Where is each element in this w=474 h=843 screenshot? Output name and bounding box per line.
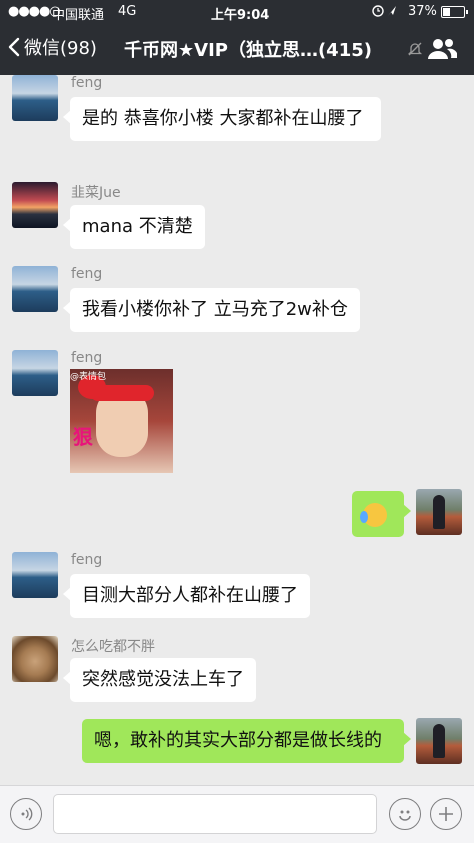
battery-icon — [441, 6, 468, 18]
group-info-button[interactable] — [427, 37, 458, 65]
message-bubble[interactable]: 目测大部分人都补在山腰了 — [63, 574, 310, 618]
plus-icon — [439, 807, 453, 821]
avatar-me[interactable] — [416, 489, 462, 535]
sender-name: 韭菜Jue — [71, 185, 121, 201]
sender-name: feng — [71, 266, 103, 282]
battery-level — [443, 8, 450, 16]
avatar-feng[interactable] — [12, 350, 58, 396]
avatar-person — [433, 724, 445, 758]
mute-icon — [407, 41, 423, 61]
network-type: 4G — [118, 4, 137, 19]
more-button[interactable] — [430, 798, 462, 830]
sender-name: feng — [71, 75, 103, 91]
back-button[interactable]: 微信(98) — [8, 34, 97, 60]
sender-name: 怎么吃都不胖 — [71, 639, 155, 655]
avatar-zenme-chi[interactable] — [12, 636, 58, 682]
chevron-left-icon — [8, 37, 20, 57]
message-bubble[interactable]: 突然感觉没法上车了 — [63, 658, 256, 702]
avatar-feng[interactable] — [12, 266, 58, 312]
message-bubble[interactable]: mana 不清楚 — [63, 205, 205, 249]
sticker-watermark: @表情包 — [70, 372, 107, 382]
tear-drop — [360, 511, 368, 523]
smiley-icon — [399, 810, 411, 821]
nav-bar: 微信(98) 千币网★VIP（独立思…(415) — [0, 24, 474, 75]
voice-button[interactable] — [10, 798, 42, 830]
tears-of-joy-icon — [360, 503, 387, 527]
emoji-button[interactable] — [389, 798, 421, 830]
carrier-name: 中国联通 — [52, 8, 105, 23]
avatar-feng[interactable] — [12, 75, 58, 121]
message-bubble[interactable]: 是的 恭喜你小楼 大家都补在山腰了 — [63, 97, 381, 141]
sender-name: feng — [71, 552, 103, 568]
top-bar: ●●●●○ 中国联通 4G 上午9:04 37% 微信(98) 千币网★VIP（… — [0, 0, 474, 75]
avatar-jiucai-jue[interactable] — [12, 182, 58, 228]
location-icon — [372, 4, 402, 22]
voice-icon — [21, 807, 33, 821]
message-bubble-outgoing[interactable]: 嗯，敢补的其实大部分都是做长线的 — [82, 719, 411, 763]
sticker-text: 狠 — [73, 425, 93, 449]
input-bar — [0, 785, 474, 843]
group-members-icon — [428, 39, 458, 59]
avatar-feng[interactable] — [12, 552, 58, 598]
chat-title: 千币网★VIP（独立思…(415) — [124, 40, 372, 61]
sender-name: feng — [71, 350, 103, 366]
message-input[interactable] — [53, 794, 377, 834]
avatar-person — [433, 495, 445, 529]
message-bubble[interactable]: 我看小楼你补了 立马充了2w补仓 — [63, 288, 360, 332]
sticker-image[interactable]: 狠 @表情包 — [70, 369, 173, 473]
back-label: 微信(98) — [24, 38, 97, 59]
battery-percent: 37% — [408, 4, 437, 19]
avatar-me[interactable] — [416, 718, 462, 764]
status-bar: ●●●●○ 中国联通 4G 上午9:04 37% — [0, 0, 474, 24]
status-time: 上午9:04 — [211, 8, 270, 23]
